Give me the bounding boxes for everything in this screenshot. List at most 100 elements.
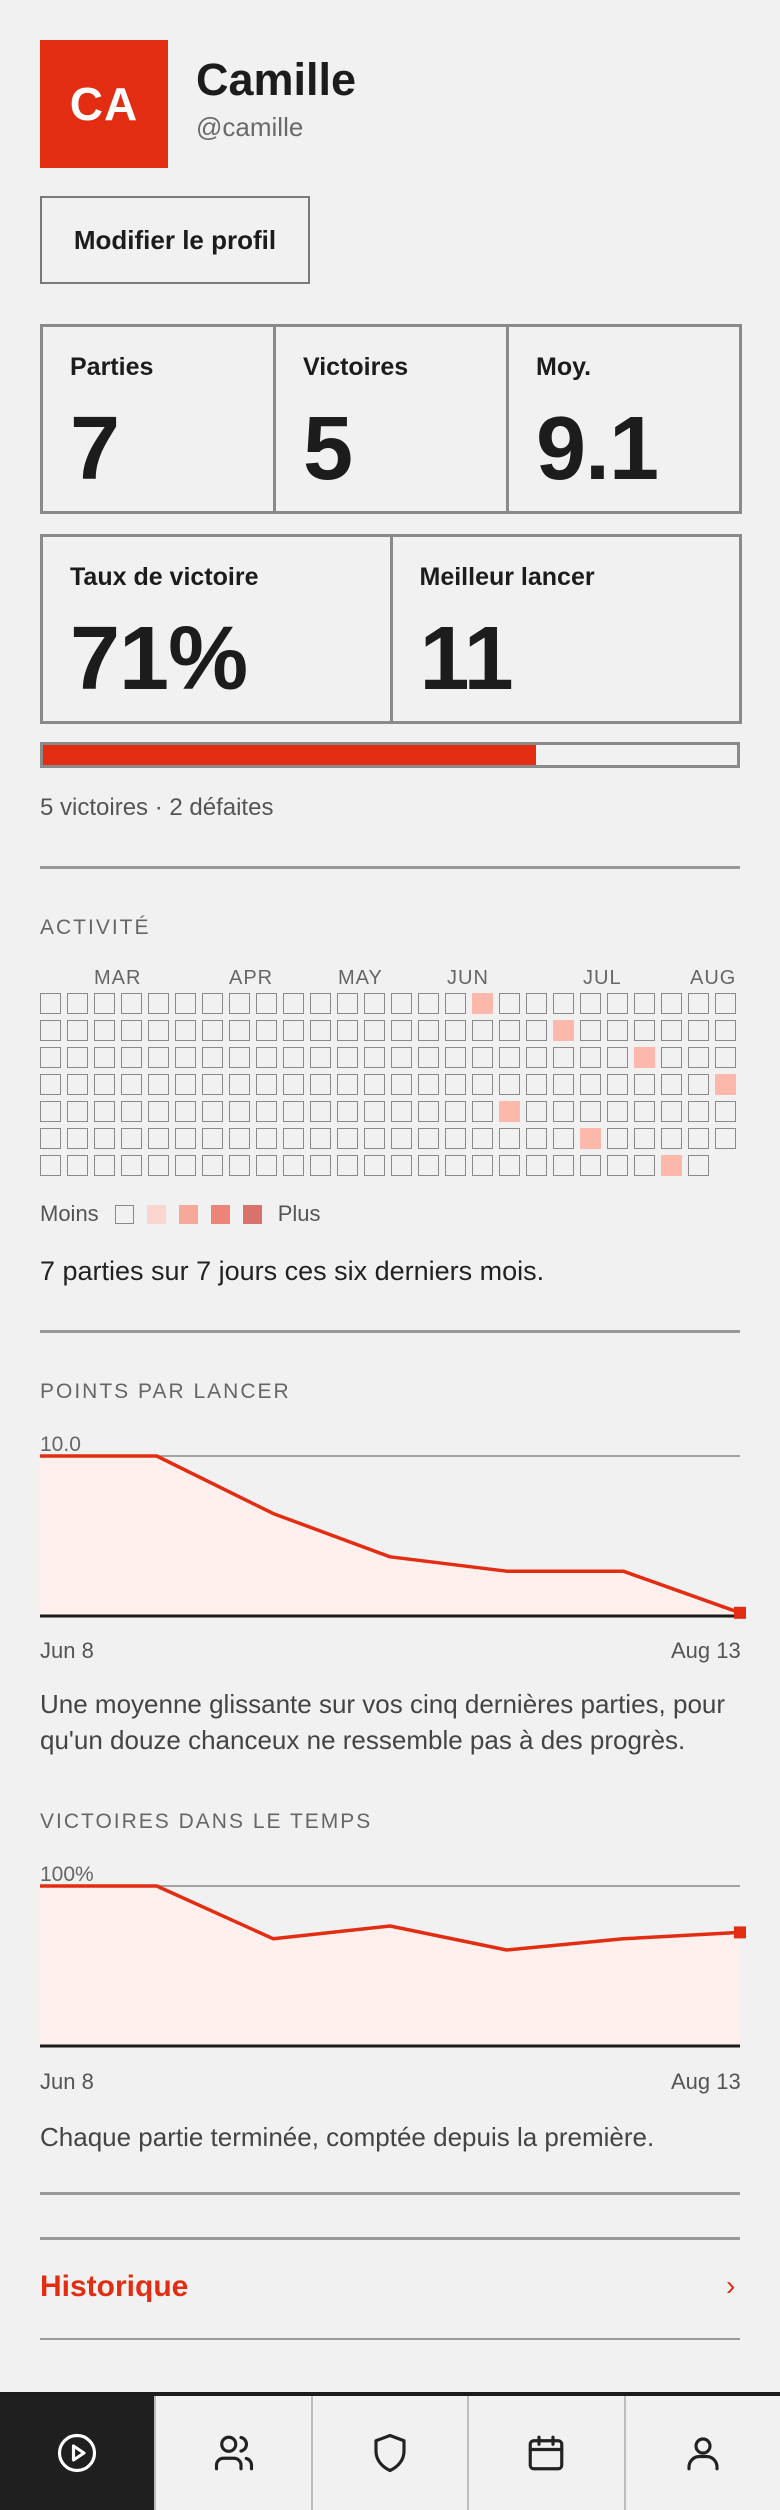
heatmap-cell <box>418 1155 439 1176</box>
points-last-point <box>734 1606 746 1619</box>
heatmap-cell <box>391 993 412 1014</box>
heatmap-cell <box>661 1074 682 1095</box>
heatmap-cell <box>121 1155 142 1176</box>
stats-row-primary: Parties 7 Victoires 5 Moy. 9.1 <box>40 324 742 514</box>
heatmap-cell <box>94 993 115 1014</box>
heatmap-cell <box>310 1074 331 1095</box>
heatmap-cell <box>445 1101 466 1122</box>
heatmap-cell <box>256 1074 277 1095</box>
heatmap-cell <box>364 1128 385 1149</box>
nav-profile[interactable] <box>625 2396 780 2510</box>
heatmap-cell <box>283 1101 304 1122</box>
heatmap-cell <box>67 1155 88 1176</box>
heatmap-cell <box>148 993 169 1014</box>
heatmap-cell <box>499 993 520 1014</box>
points-x-end: Aug 13 <box>671 1638 741 1663</box>
heatmap-cell <box>202 1074 223 1095</box>
heatmap-cell <box>607 1101 628 1122</box>
divider <box>40 866 740 869</box>
divider <box>40 2192 740 2195</box>
heatmap-cell <box>94 1020 115 1041</box>
heatmap-cell <box>580 1155 601 1176</box>
heatmap-cell <box>67 1074 88 1095</box>
heatmap-cell <box>715 1047 736 1068</box>
wins-chart-title: VICTOIRES DANS LE TEMPS <box>40 1810 373 1833</box>
divider <box>40 2237 740 2240</box>
heatmap-cell <box>499 1047 520 1068</box>
heatmap-cell <box>337 1074 358 1095</box>
heatmap-cell <box>607 1020 628 1041</box>
stats-row-secondary: Taux de victoire 71% Meilleur lancer 11 <box>40 534 742 724</box>
heatmap-cell <box>364 1020 385 1041</box>
nav-calendar[interactable] <box>469 2396 626 2510</box>
heatmap-cell-active <box>553 1020 574 1041</box>
heatmap-cell <box>607 993 628 1014</box>
heatmap-cell <box>391 1020 412 1041</box>
heatmap-cell <box>553 1074 574 1095</box>
heatmap-cell <box>283 1155 304 1176</box>
heatmap-cell <box>121 993 142 1014</box>
heatmap-cell <box>688 1155 709 1176</box>
nav-players[interactable] <box>156 2396 313 2510</box>
heatmap-cell <box>526 1128 547 1149</box>
bottom-nav <box>0 2392 780 2510</box>
heatmap-cell <box>337 1155 358 1176</box>
heatmap-cell <box>121 1128 142 1149</box>
heatmap-cell <box>715 1020 736 1041</box>
nav-teams[interactable] <box>312 2396 470 2510</box>
heatmap-cell <box>67 1047 88 1068</box>
heatmap-cell <box>229 1101 250 1122</box>
record-text: 5 victoires · 2 défaites <box>40 794 274 821</box>
heatmap-cell <box>391 1047 412 1068</box>
heatmap-cell <box>661 1020 682 1041</box>
month-label: APR <box>229 967 274 989</box>
heatmap-cell <box>472 1155 493 1176</box>
heatmap-cell <box>337 1101 358 1122</box>
heatmap-cell <box>418 1128 439 1149</box>
month-label: JUN <box>447 967 489 989</box>
heatmap-cell <box>310 1020 331 1041</box>
heatmap-cell <box>229 1155 250 1176</box>
stat-label: Meilleur lancer <box>419 563 595 591</box>
divider <box>40 2338 740 2340</box>
heatmap-cell <box>499 1128 520 1149</box>
nav-play[interactable] <box>0 2396 157 2510</box>
divider <box>40 1330 740 1333</box>
heatmap-cell <box>148 1047 169 1068</box>
heatmap-cell <box>175 1020 196 1041</box>
legend-swatch-2 <box>178 1204 198 1224</box>
heatmap-cell <box>256 1047 277 1068</box>
points-ymax-label: 10.0 <box>40 1433 81 1456</box>
heatmap-cell <box>526 993 547 1014</box>
heatmap-cell <box>202 1047 223 1068</box>
heatmap-cell <box>202 993 223 1014</box>
heatmap-cell <box>445 1128 466 1149</box>
edit-profile-button[interactable]: Modifier le profil <box>40 196 310 284</box>
heatmap-cell <box>526 1020 547 1041</box>
heatmap-cell <box>67 1020 88 1041</box>
heatmap-cell <box>229 1020 250 1041</box>
stat-average: Moy. 9.1 <box>509 327 739 511</box>
heatmap-cell <box>364 1155 385 1176</box>
heatmap-cell <box>310 993 331 1014</box>
avatar: CA <box>40 40 168 168</box>
heatmap-cell-active <box>580 1128 601 1149</box>
heatmap-cell <box>715 993 736 1014</box>
heatmap-cell <box>40 1128 61 1149</box>
heatmap-cell <box>67 1101 88 1122</box>
heatmap-cell <box>526 1155 547 1176</box>
heatmap-cell <box>148 1074 169 1095</box>
history-link[interactable]: Historique <box>40 2270 188 2304</box>
stat-value: 71% <box>70 609 248 709</box>
heatmap-cell <box>40 1101 61 1122</box>
heatmap-cell <box>94 1101 115 1122</box>
activity-title: ACTIVITÉ <box>40 916 151 939</box>
chevron-right-icon[interactable]: › <box>726 2270 735 2302</box>
legend-more-label: Plus <box>277 1201 321 1226</box>
heatmap-cell <box>283 993 304 1014</box>
heatmap-cell <box>580 993 601 1014</box>
heatmap-cell <box>175 1155 196 1176</box>
legend-swatch-1 <box>146 1204 166 1224</box>
heatmap-cell <box>256 1101 277 1122</box>
heatmap-cell <box>67 993 88 1014</box>
